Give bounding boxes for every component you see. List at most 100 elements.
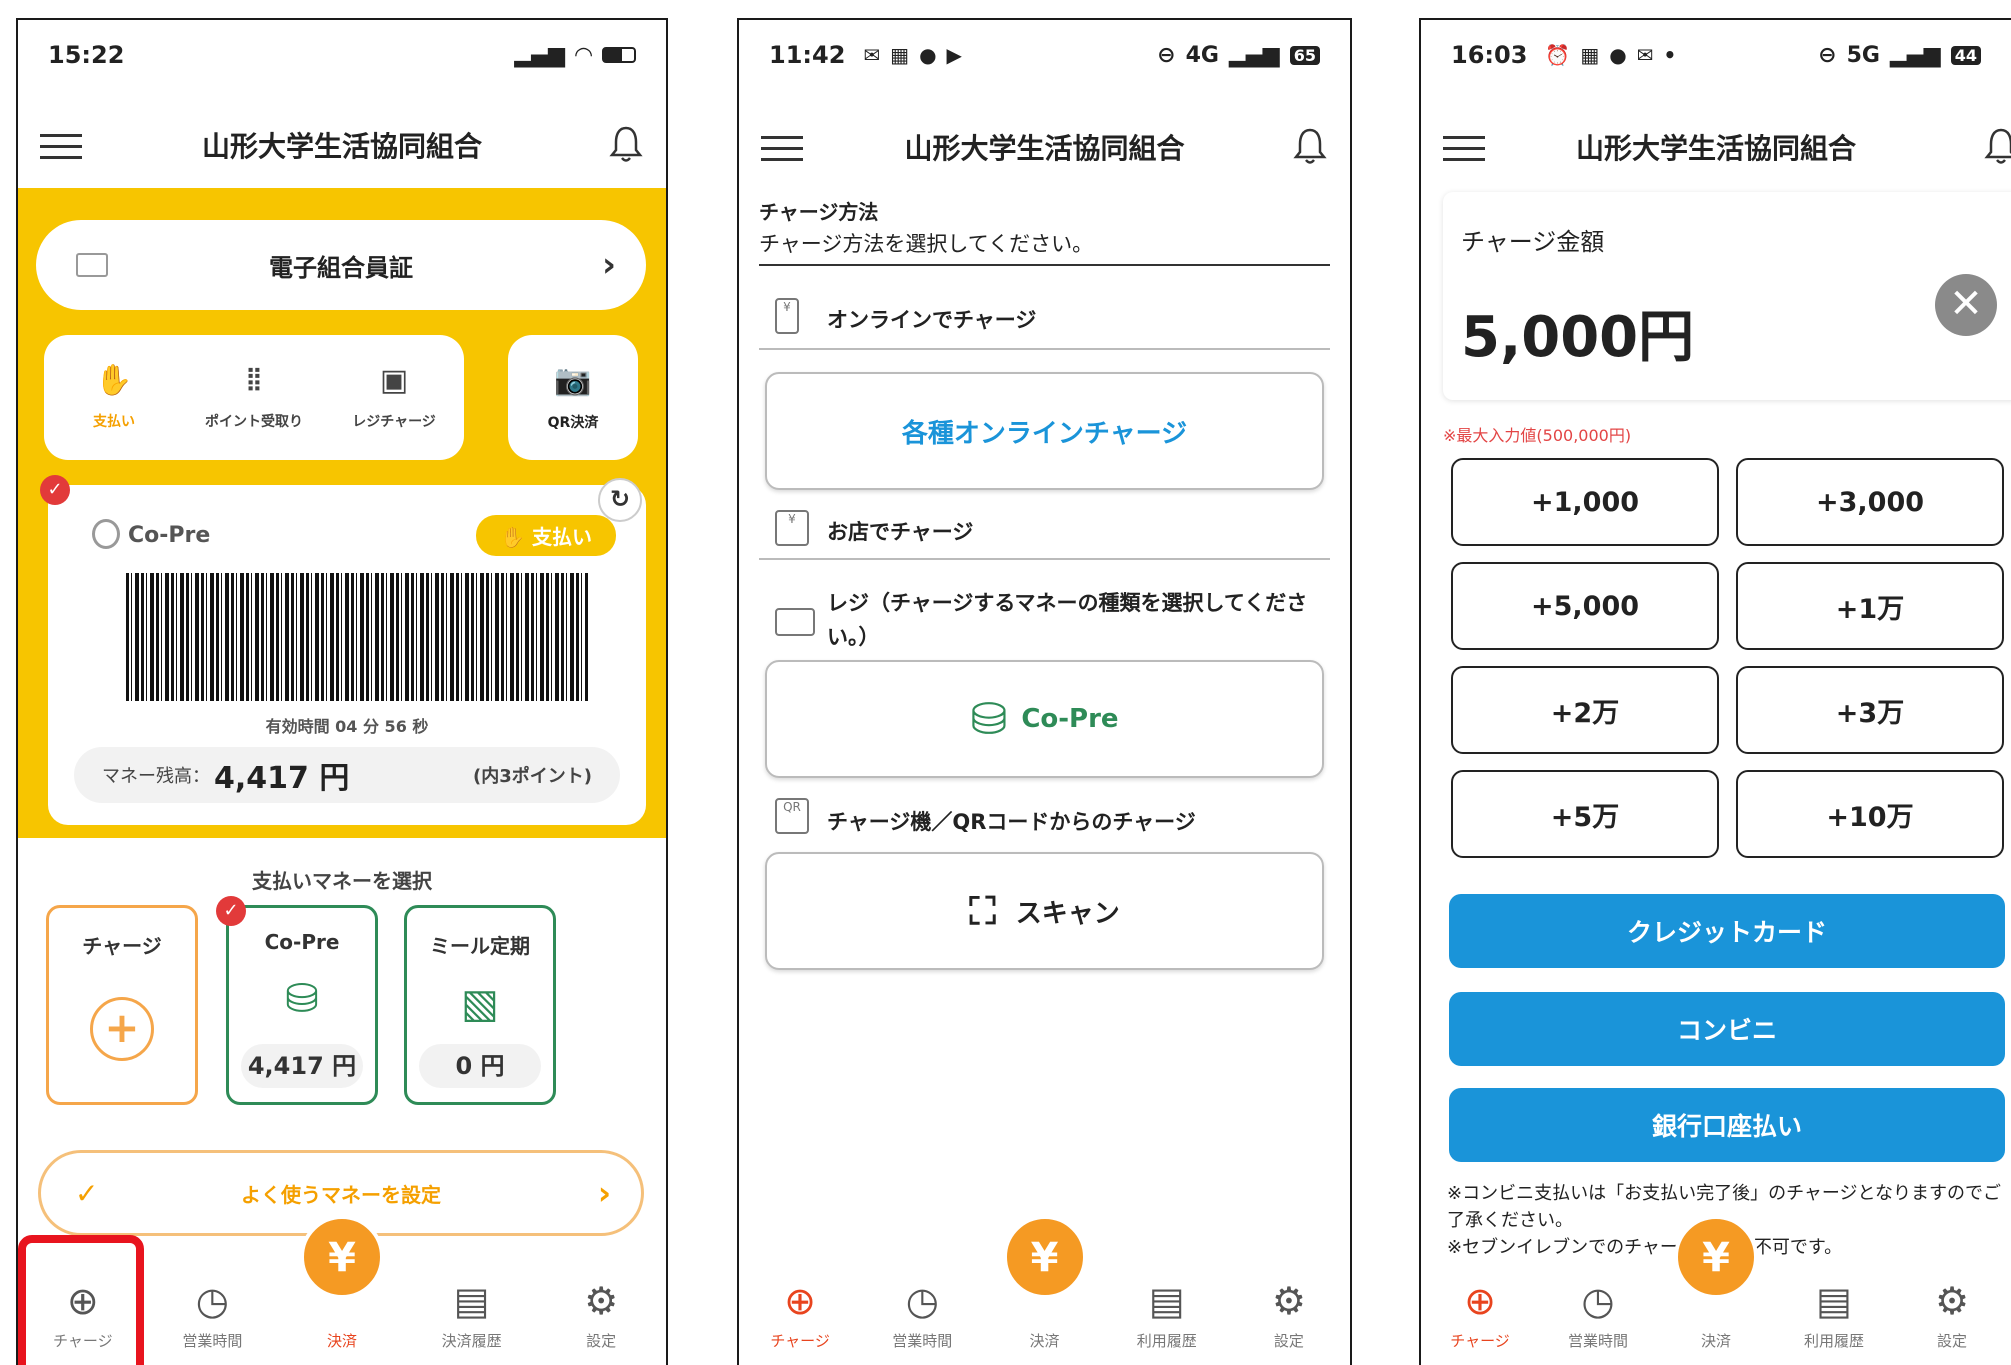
clock-icon: ◷: [1581, 1279, 1615, 1323]
tab-settings[interactable]: ⚙ 設定: [1228, 1255, 1350, 1365]
tab-charge[interactable]: ⊕ チャージ: [1421, 1255, 1539, 1365]
points-value: (内3ポイント): [473, 766, 592, 787]
scan-frame-icon: ⛶: [969, 888, 996, 933]
amount-card: チャージ金額 5,000円 ✕: [1443, 192, 2011, 400]
tab-bar: ⊕ チャージ ◷ 営業時間 ¥ 決済 ▤ 利用履歴 ⚙ 設定: [739, 1215, 1350, 1365]
menu-icon[interactable]: [1443, 136, 1485, 162]
online-charge-button-label: 各種オンラインチャージ: [901, 418, 1188, 449]
copre-charge-button[interactable]: ⛁ Co-Pre: [765, 660, 1324, 778]
balance-value: 4,417 円: [214, 761, 350, 796]
add-10000-button[interactable]: +1万: [1736, 562, 2004, 650]
tab-label: 営業時間: [892, 1332, 953, 1350]
convenience-store-button[interactable]: コンビニ: [1449, 992, 2005, 1066]
action-pay-label: 支払い: [93, 413, 135, 430]
wifi-icon: ◠: [575, 42, 592, 68]
barcode-scan-icon: ⦙⦙: [247, 362, 261, 398]
money-card-label: ミール定期: [430, 934, 530, 958]
tab-hours[interactable]: ◷ 営業時間: [1539, 1255, 1657, 1365]
phone-yen-icon: ¥: [775, 298, 799, 334]
tab-hours[interactable]: ◷ 営業時間: [861, 1255, 983, 1365]
section-subtitle: チャージ方法を選択してください。: [759, 232, 1094, 256]
bank-account-button[interactable]: 銀行口座払い: [1449, 1088, 2005, 1162]
add-5000-button[interactable]: +5,000: [1451, 562, 1719, 650]
coin-icon: [92, 519, 120, 549]
bell-icon[interactable]: [608, 124, 644, 164]
add-1000-button[interactable]: +1,000: [1451, 458, 1719, 546]
chat-icon: ●: [919, 43, 937, 67]
favorite-label: よく使うマネーを設定: [241, 1182, 441, 1207]
calendar-icon: ▦: [890, 43, 910, 67]
card-title: Co-Pre: [128, 523, 211, 548]
check-icon: ✓: [75, 1176, 99, 1210]
money-card-copre[interactable]: Co-Pre ⛁ 4,417 円: [226, 905, 378, 1105]
add-20000-button[interactable]: +2万: [1451, 666, 1719, 754]
tab-label: 決済: [1029, 1332, 1060, 1350]
tab-payment[interactable]: ¥ 決済: [983, 1215, 1105, 1365]
notification-icons: ✉ ▦ ● ▶: [863, 43, 962, 67]
credit-card-button[interactable]: クレジットカード: [1449, 894, 2005, 968]
refresh-icon[interactable]: ↻: [598, 478, 642, 522]
tab-bar: ⊕ チャージ ◷ 営業時間 ¥ 決済 ▤ 利用履歴 ⚙ 設定: [1421, 1215, 2011, 1365]
online-charge-button[interactable]: 各種オンラインチャージ: [765, 372, 1324, 490]
signal-icon: ▂▄▆: [1228, 42, 1280, 68]
divider: [759, 558, 1330, 560]
payment-barcode: [126, 573, 588, 701]
tab-history[interactable]: ▤ 利用履歴: [1106, 1255, 1228, 1365]
tab-payment[interactable]: ¥ 決済: [1657, 1215, 1775, 1365]
plus-circle-icon: ⊕: [1464, 1279, 1496, 1323]
add-100000-button[interactable]: +10万: [1736, 770, 2004, 858]
plus-circle-icon: ⊕: [784, 1279, 817, 1323]
balance-label: マネー残高：: [102, 766, 210, 787]
yen-icon: ¥: [1002, 1215, 1087, 1299]
phone-screen-home: 15:22 ▂▄▆ ◠ 山形大学生活協同組合 電子組合員証 › ✋ 支払い ⦙⦙ ポ…: [16, 18, 668, 1365]
action-pay[interactable]: ✋ 支払い: [44, 335, 184, 460]
scan-button[interactable]: ⛶ スキャン: [765, 852, 1324, 970]
status-time: 15:22: [48, 41, 125, 69]
tab-history[interactable]: ▤ 利用履歴: [1775, 1255, 1893, 1365]
money-card-value: 0 円: [419, 1044, 541, 1088]
menu-icon[interactable]: [761, 136, 803, 162]
bell-icon[interactable]: [1292, 126, 1328, 166]
history-icon: ▤: [453, 1279, 490, 1323]
tab-history[interactable]: ▤ 決済履歴: [407, 1255, 537, 1365]
camera-icon: 📷: [554, 363, 592, 398]
menu-icon[interactable]: [40, 134, 82, 160]
add-50000-button[interactable]: +5万: [1451, 770, 1719, 858]
tab-settings[interactable]: ⚙ 設定: [1893, 1255, 2011, 1365]
add-30000-button[interactable]: +3万: [1736, 666, 2004, 754]
tab-settings[interactable]: ⚙ 設定: [536, 1255, 666, 1365]
online-charge-label: オンラインでチャージ: [827, 308, 1037, 332]
notification-icons: ⏰ ▦ ● ✉ •: [1545, 43, 1676, 67]
yen-icon: ¥: [1674, 1215, 1758, 1299]
selected-check-icon: ✓: [216, 896, 246, 926]
amount-value[interactable]: 5,000円: [1461, 292, 1694, 373]
money-card-label: Co-Pre: [264, 930, 340, 954]
tab-label: チャージ: [1450, 1332, 1510, 1350]
dnd-icon: ⊖: [1157, 42, 1176, 68]
register-charge-icon: ▣: [379, 362, 409, 398]
tab-charge[interactable]: ⊕ チャージ: [739, 1255, 861, 1365]
bell-icon[interactable]: [1983, 126, 2011, 166]
tab-payment[interactable]: ¥ 決済: [277, 1215, 407, 1365]
clear-icon[interactable]: ✕: [1935, 274, 1997, 336]
tab-label: 営業時間: [1567, 1332, 1628, 1350]
meal-ticket-icon: ▧: [461, 981, 499, 1027]
tab-hours[interactable]: ◷ 営業時間: [148, 1255, 278, 1365]
add-3000-button[interactable]: +3,000: [1736, 458, 2004, 546]
action-group: ✋ 支払い ⦙⦙ ポイント受取り ▣ レジチャージ: [44, 335, 464, 460]
chevron-right-icon: ›: [601, 245, 616, 285]
chevron-right-icon: ›: [597, 1174, 611, 1212]
money-card-charge[interactable]: チャージ +: [46, 905, 198, 1105]
member-card-button[interactable]: 電子組合員証 ›: [36, 220, 646, 310]
divider: [759, 348, 1330, 350]
yen-icon: ¥: [299, 1215, 384, 1299]
coins-icon: ⛁: [285, 976, 319, 1022]
action-points[interactable]: ⦙⦙ ポイント受取り: [184, 335, 324, 460]
qr-pay-button[interactable]: 📷 QR決済: [508, 335, 638, 460]
id-card-icon: [76, 253, 108, 277]
qr-pay-label: QR決済: [547, 415, 599, 431]
money-card-meal[interactable]: ミール定期 ▧ 0 円: [404, 905, 556, 1105]
action-register-charge[interactable]: ▣ レジチャージ: [324, 335, 464, 460]
chat-icon: ●: [1609, 43, 1627, 67]
tab-label: 営業時間: [182, 1332, 243, 1350]
